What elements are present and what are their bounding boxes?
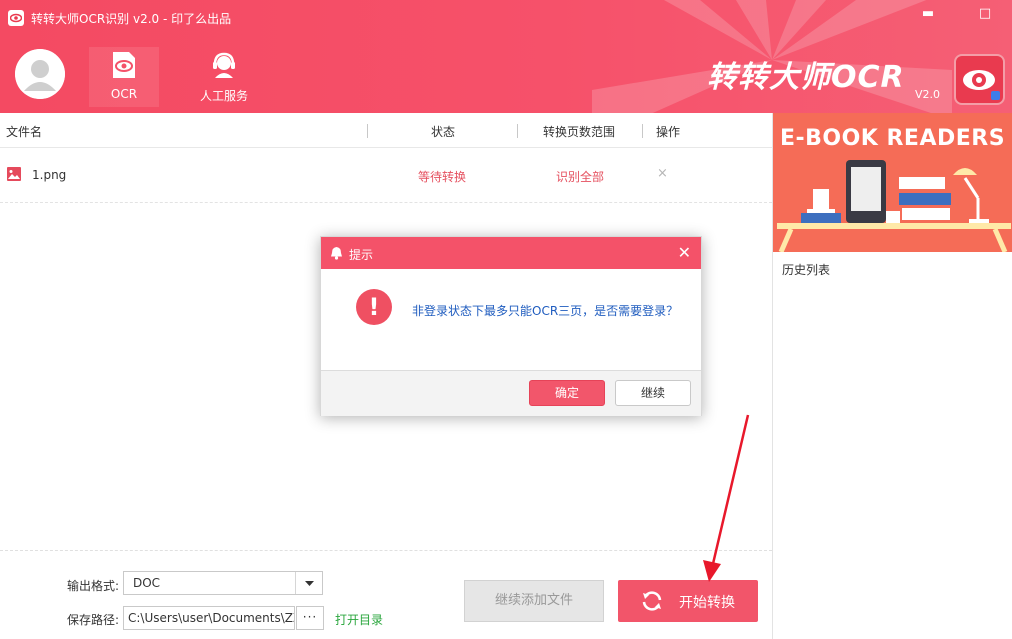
chevron-down-icon[interactable] [295, 572, 322, 594]
login-prompt-dialog: 提示 ✕ ! 非登录状态下最多只能OCR三页，是否需要登录？ 确定 继续 [320, 236, 702, 416]
dialog-footer: 确定 继续 [321, 370, 701, 416]
browse-path-button[interactable]: ··· [296, 606, 324, 630]
open-directory-link[interactable]: 打开目录 [335, 611, 383, 628]
file-status: 等待转换 [418, 168, 466, 185]
ebook-readers-banner[interactable]: E-BOOK READERS [773, 113, 1012, 252]
save-path-label: 保存路径: [67, 611, 119, 628]
annotation-arrow [690, 410, 760, 585]
brand-logo-icon [954, 54, 1005, 105]
bell-icon [330, 246, 343, 260]
app-header: 转转大师OCR识别 v2.0 - 印了么出品 ▬ □ OCR 人工服务 转转大师… [0, 0, 1012, 113]
delete-file-button[interactable]: × [657, 166, 668, 181]
app-logo-icon [8, 10, 24, 26]
start-conversion-button[interactable]: 开始转换 [618, 580, 758, 622]
save-path-value: C:\Users\user\Documents\ZZ [128, 611, 295, 625]
refresh-icon [640, 589, 664, 613]
file-table-header: 文件名 状态 转换页数范围 操作 [0, 113, 772, 148]
continue-button[interactable]: 继续 [615, 380, 691, 406]
dialog-message: 非登录状态下最多只能OCR三页，是否需要登录？ [412, 302, 678, 319]
app-title: 转转大师OCR识别 v2.0 - 印了么出品 [31, 10, 231, 27]
confirm-button[interactable]: 确定 [529, 380, 605, 406]
column-divider [367, 124, 368, 138]
column-header-pages: 转换页数范围 [543, 123, 615, 140]
banner-illustration [773, 113, 1012, 252]
output-format-value: DOC [133, 576, 160, 590]
brand-version: V2.0 [915, 88, 940, 101]
table-row[interactable]: 1.png 等待转换 识别全部 × [0, 148, 772, 203]
nav-manual-service[interactable]: 人工服务 [189, 47, 259, 107]
user-avatar[interactable] [15, 49, 65, 99]
ocr-icon [111, 51, 137, 79]
close-icon[interactable]: ✕ [678, 243, 691, 262]
maximize-button[interactable]: □ [976, 6, 994, 22]
add-more-files-button[interactable]: 继续添加文件 [464, 580, 604, 622]
save-path-input[interactable]: C:\Users\user\Documents\ZZ [123, 606, 295, 630]
file-name: 1.png [32, 168, 66, 182]
column-header-filename: 文件名 [6, 123, 42, 140]
nav-ocr-label: OCR [89, 87, 159, 101]
dialog-header: 提示 ✕ [321, 237, 701, 269]
bottom-divider [0, 550, 772, 551]
column-divider [517, 124, 518, 138]
image-file-icon [7, 167, 21, 181]
dialog-title: 提示 [349, 246, 373, 263]
start-conversion-label: 开始转换 [679, 592, 735, 612]
history-list-label: 历史列表 [782, 261, 830, 278]
nav-manual-service-label: 人工服务 [189, 87, 259, 104]
title-bar: 转转大师OCR识别 v2.0 - 印了么出品 ▬ □ [0, 0, 1012, 34]
nav-ocr[interactable]: OCR [89, 47, 159, 107]
headset-icon [210, 51, 238, 79]
warning-icon: ! [356, 289, 392, 325]
brand-name: 转转大师OCR [707, 52, 905, 96]
column-header-action: 操作 [656, 123, 680, 140]
column-divider [642, 124, 643, 138]
output-format-label: 输出格式: [67, 577, 119, 594]
page-range-selector[interactable]: 识别全部 [556, 168, 604, 185]
column-header-status: 状态 [431, 123, 455, 140]
output-format-select[interactable]: DOC [123, 571, 323, 595]
minimize-button[interactable]: ▬ [919, 6, 937, 22]
